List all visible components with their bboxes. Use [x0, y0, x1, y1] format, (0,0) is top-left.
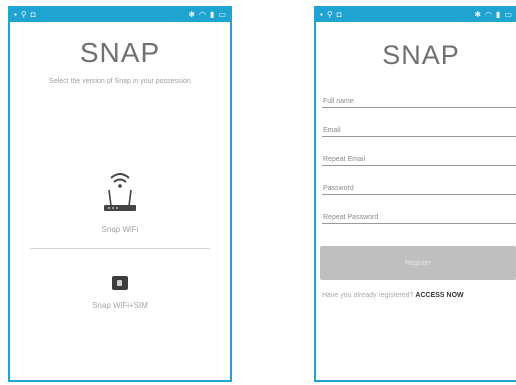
battery-icon: ▭	[218, 10, 226, 19]
snap-wifi-label: Snap WiFi	[101, 225, 139, 234]
access-now-link[interactable]: ACCESS NOW	[415, 292, 463, 299]
registration-form: Full name Email Repeat Email Password Re…	[316, 85, 516, 224]
bluetooth-icon: ✱	[474, 10, 482, 19]
router-icon	[104, 173, 136, 211]
full-name-field[interactable]: Full name	[322, 85, 516, 108]
notification-icon: ▪	[14, 10, 17, 19]
sim-card-icon	[112, 276, 128, 290]
cell-signal-icon: ▮	[496, 10, 501, 19]
register-button[interactable]: Register	[320, 246, 516, 280]
version-instruction: Select the version of Snap in your posse…	[49, 78, 191, 85]
battery-icon: ▭	[504, 10, 512, 19]
registration-screen: ▪ ⚲ ◘ ✱ ◠ ▮ ▭ SNAP Full name Email Repea…	[314, 6, 516, 382]
login-prompt: Have you already registered? ACCESS NOW	[322, 292, 516, 300]
repeat-password-placeholder: Repeat Password	[323, 214, 379, 221]
notification-icon: ▪	[320, 10, 323, 19]
version-select-screen: ▪ ⚲ ◘ ✱ ◠ ▮ ▭ SNAP Select the version of…	[8, 6, 232, 382]
status-bar: ▪ ⚲ ◘ ✱ ◠ ▮ ▭	[10, 8, 230, 22]
repeat-password-field[interactable]: Repeat Password	[322, 201, 516, 224]
image-icon: ◘	[30, 10, 36, 19]
option-divider	[30, 248, 210, 249]
usb-icon: ⚲	[326, 10, 333, 19]
snap-wifi-sim-label: Snap WiFi+SIM	[92, 301, 148, 310]
wifi-signal-icon: ◠	[485, 10, 493, 19]
password-placeholder: Password	[323, 185, 354, 192]
full-name-placeholder: Full name	[323, 98, 354, 105]
app-title: SNAP	[382, 40, 460, 70]
cell-signal-icon: ▮	[210, 10, 215, 19]
status-bar: ▪ ⚲ ◘ ✱ ◠ ▮ ▭	[316, 8, 516, 22]
image-icon: ◘	[336, 10, 342, 19]
email-field[interactable]: Email	[322, 114, 516, 137]
email-placeholder: Email	[323, 127, 341, 134]
login-prompt-text: Have you already registered?	[322, 292, 414, 299]
repeat-email-field[interactable]: Repeat Email	[322, 143, 516, 166]
snap-wifi-sim-option[interactable]: Snap WiFi+SIM	[10, 276, 230, 310]
wifi-signal-icon: ◠	[199, 10, 207, 19]
usb-icon: ⚲	[20, 10, 27, 19]
repeat-email-placeholder: Repeat Email	[323, 156, 366, 163]
app-title: SNAP	[79, 37, 161, 68]
password-field[interactable]: Password	[322, 172, 516, 195]
snap-wifi-option[interactable]: Snap WiFi	[10, 168, 230, 234]
bluetooth-icon: ✱	[188, 10, 196, 19]
